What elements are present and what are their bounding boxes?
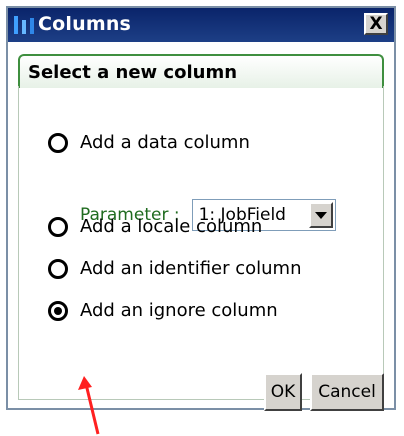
radio-identifier-column[interactable]: Add an identifier column: [48, 258, 302, 279]
radio-circle-ignore[interactable]: [48, 300, 68, 321]
title-bar[interactable]: Columns X: [8, 8, 394, 42]
radio-ignore-column[interactable]: Add an ignore column: [48, 300, 278, 321]
radio-label-data: Add a data column: [80, 132, 250, 153]
dialog-content: Select a new column Add a data column Pa…: [8, 42, 394, 435]
radio-circle-locale[interactable]: [48, 216, 68, 237]
radio-label-locale: Add a locale column: [80, 216, 263, 237]
red-arrow-icon: [78, 376, 100, 435]
columns-dialog: Columns X Select a new column Add a data…: [6, 6, 396, 435]
radio-circle-data[interactable]: [48, 132, 68, 153]
radio-circle-identifier[interactable]: [48, 258, 68, 279]
ok-button[interactable]: OK: [264, 373, 302, 411]
section-title: Select a new column: [28, 62, 238, 83]
cancel-button[interactable]: Cancel: [310, 373, 384, 411]
radio-label-ignore: Add an ignore column: [80, 300, 278, 321]
radio-label-identifier: Add an identifier column: [80, 258, 302, 279]
section-header: Select a new column: [18, 54, 384, 88]
app-icon: [14, 16, 34, 34]
window-title: Columns: [38, 13, 132, 35]
close-button[interactable]: X: [364, 13, 388, 35]
radio-locale-column[interactable]: Add a locale column: [48, 216, 262, 237]
radio-data-column[interactable]: Add a data column: [48, 132, 250, 153]
chevron-down-icon[interactable]: [308, 202, 333, 228]
